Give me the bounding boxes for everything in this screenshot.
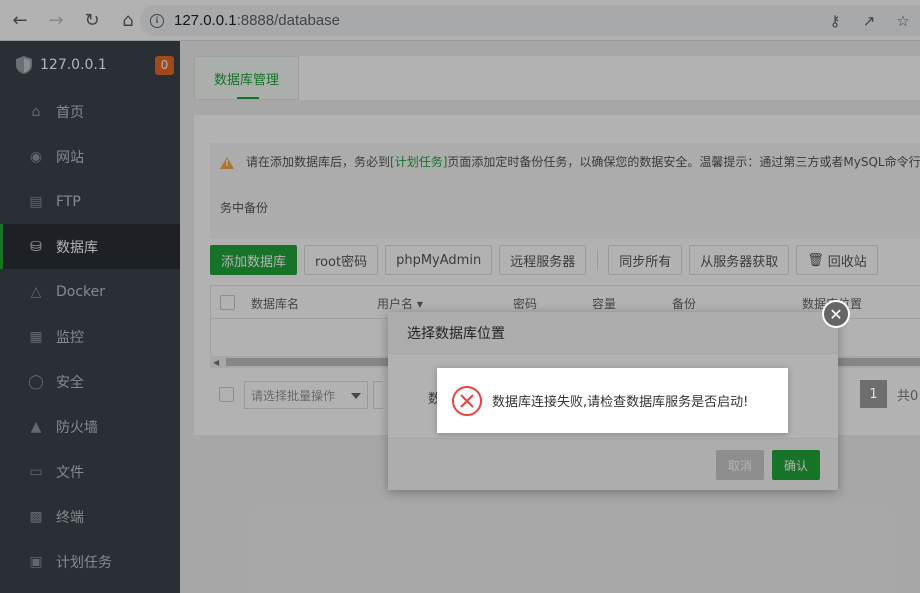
page-overlay — [0, 0, 920, 593]
page-total: 共0 — [897, 389, 919, 404]
toast-message: 数据库连接失败,请检查数据库服务是否启动! — [492, 395, 749, 410]
close-icon[interactable]: ✕ — [822, 300, 850, 328]
error-x-icon — [452, 385, 482, 416]
error-toast: 数据库连接失败,请检查数据库服务是否启动! — [437, 368, 788, 433]
page-current[interactable]: 1 — [860, 380, 887, 408]
